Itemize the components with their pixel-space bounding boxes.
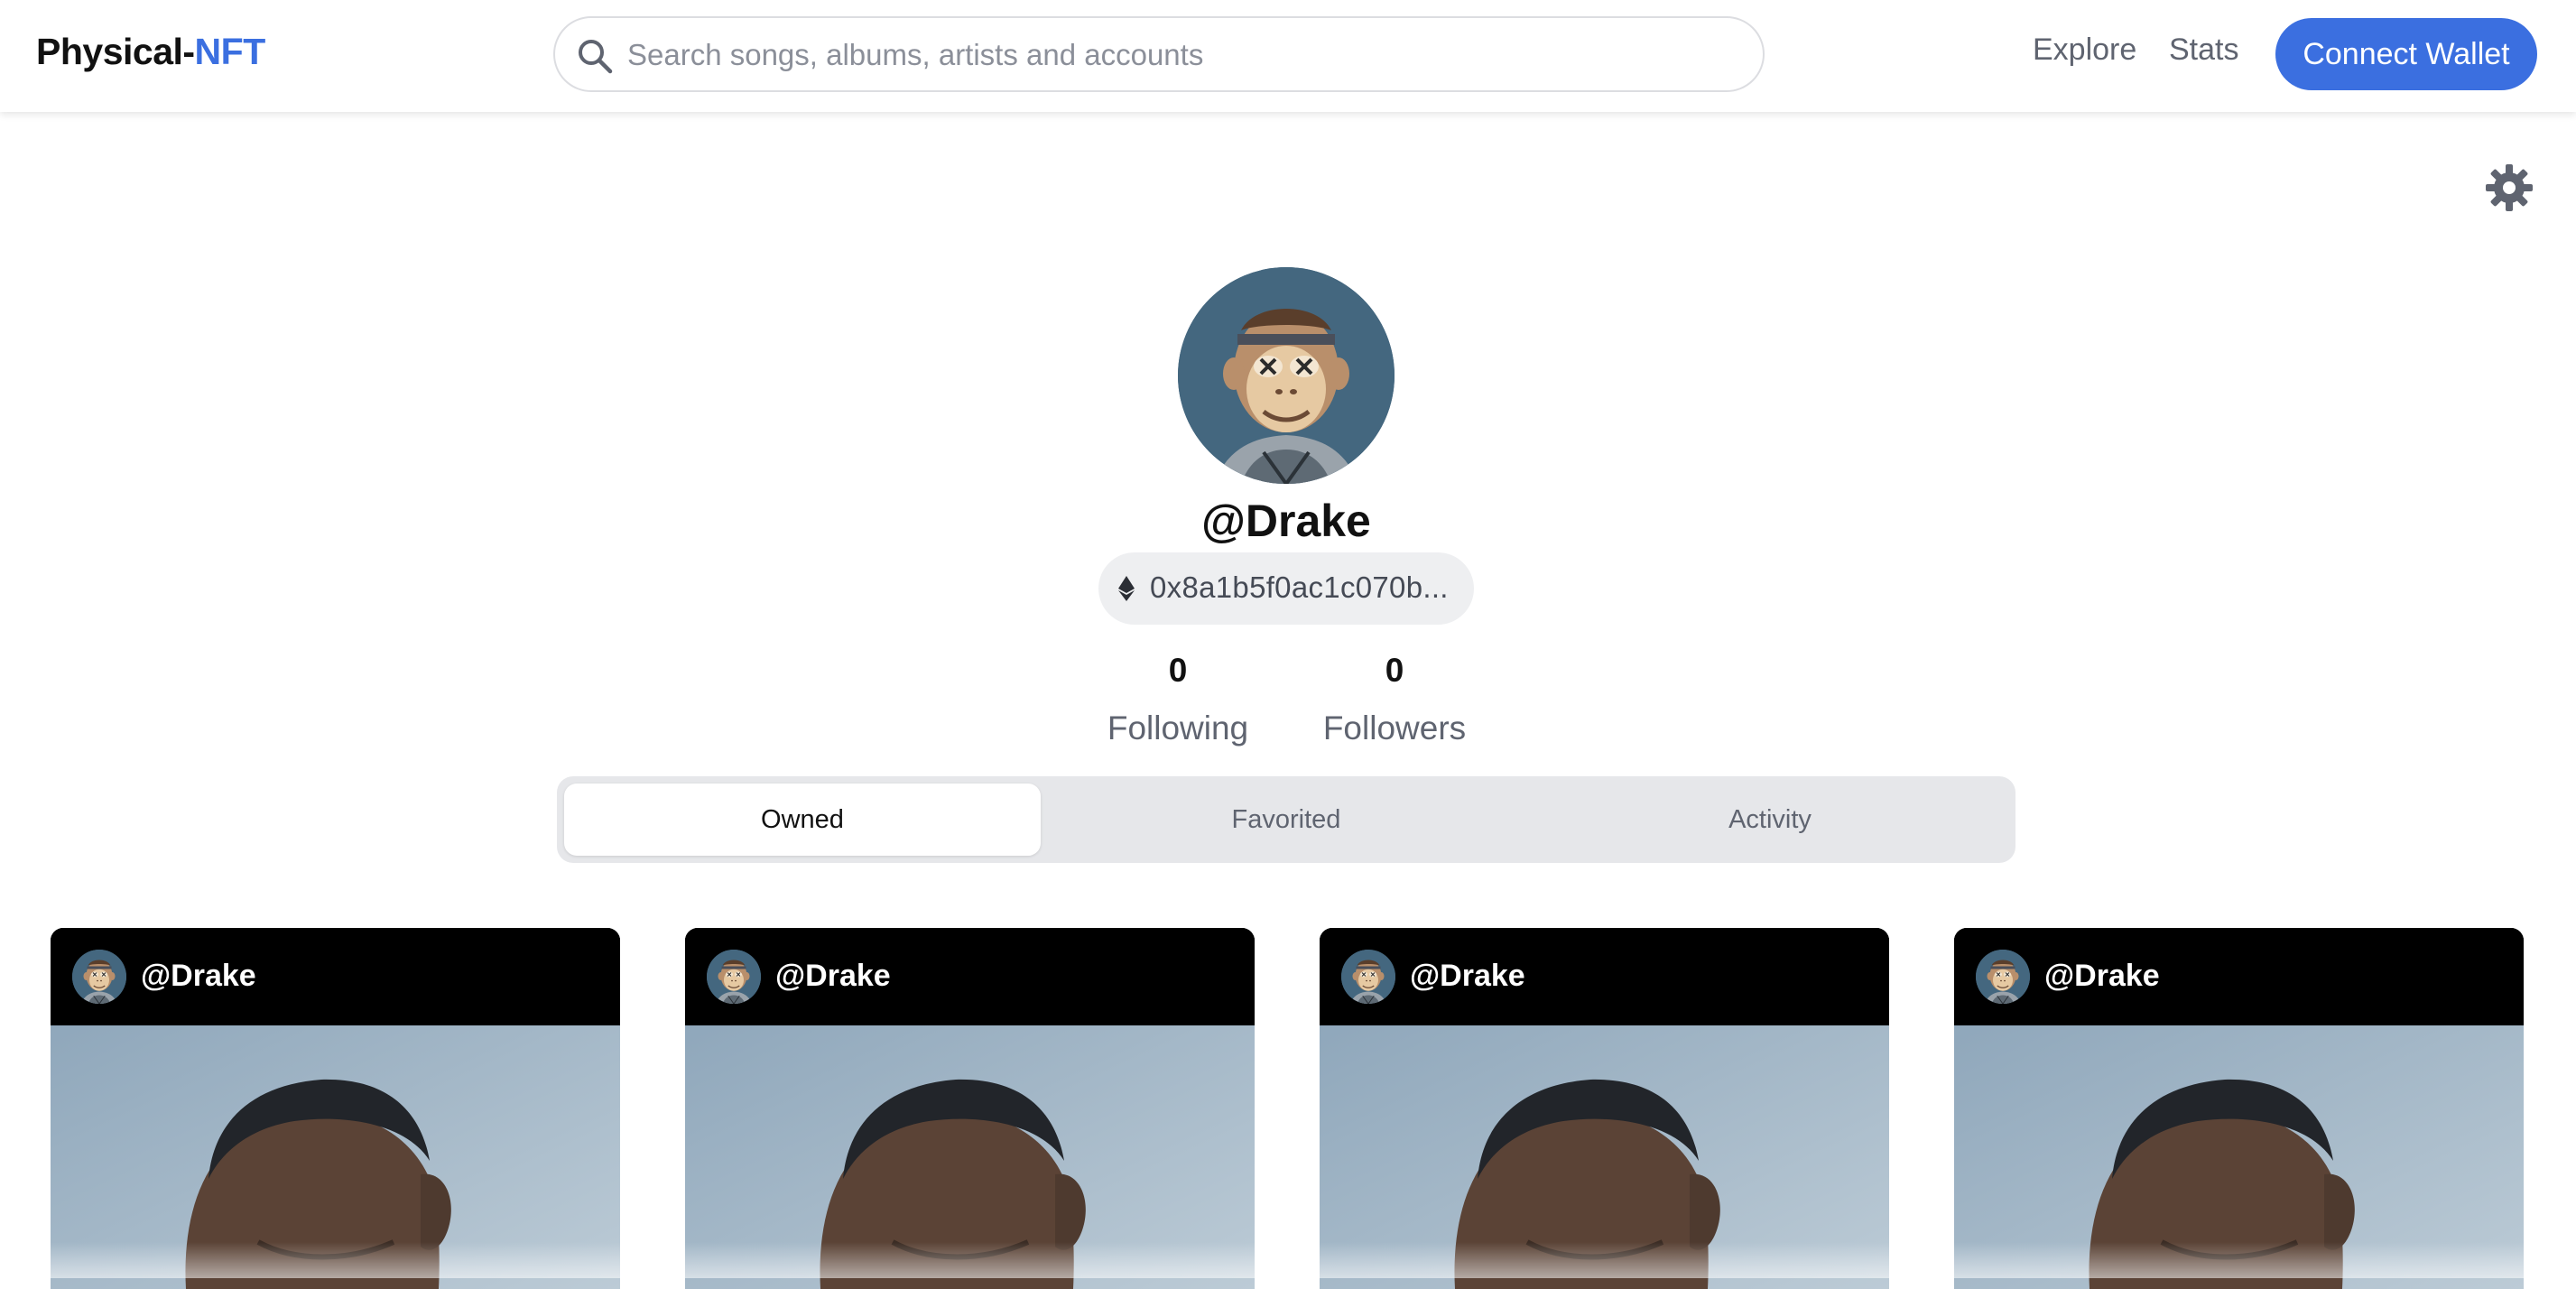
tab-favorited[interactable]: Favorited bbox=[1048, 784, 1524, 856]
card-username: @Drake bbox=[2044, 959, 2160, 993]
search-input[interactable] bbox=[627, 27, 1737, 83]
ape-avatar-image bbox=[1178, 267, 1395, 484]
card-header: @Drake bbox=[1320, 928, 1889, 1025]
brand-name-prefix: Physical- bbox=[36, 31, 195, 72]
followers-count: 0 bbox=[1385, 652, 1404, 689]
nft-card[interactable]: @Drake bbox=[51, 928, 620, 1289]
following-count: 0 bbox=[1168, 652, 1188, 689]
gear-icon[interactable] bbox=[2484, 162, 2534, 213]
card-header: @Drake bbox=[51, 928, 620, 1025]
card-header: @Drake bbox=[1954, 928, 2524, 1025]
brand-name-accent: NFT bbox=[194, 31, 266, 72]
nav-explore-link[interactable]: Explore bbox=[2033, 32, 2136, 68]
card-avatar bbox=[1976, 950, 2030, 1004]
card-username: @Drake bbox=[141, 959, 256, 993]
card-username: @Drake bbox=[775, 959, 891, 993]
brand-logo[interactable]: Physical-NFT bbox=[36, 31, 265, 73]
profile-username: @Drake bbox=[1201, 496, 1371, 546]
search-icon bbox=[579, 40, 613, 74]
nft-card[interactable]: @Drake bbox=[1320, 928, 1889, 1289]
followers-stat[interactable]: 0 Followers bbox=[1295, 652, 1494, 747]
card-username: @Drake bbox=[1410, 959, 1525, 993]
ethereum-icon bbox=[1118, 576, 1135, 601]
card-header: @Drake bbox=[685, 928, 1255, 1025]
tab-owned[interactable]: Owned bbox=[564, 784, 1041, 856]
profile-avatar bbox=[1178, 267, 1395, 484]
tab-activity[interactable]: Activity bbox=[1532, 784, 2008, 856]
card-artwork-image bbox=[1320, 1025, 1889, 1289]
following-stat[interactable]: 0 Following bbox=[1079, 652, 1277, 747]
connect-wallet-button[interactable]: Connect Wallet bbox=[2275, 18, 2537, 90]
card-artwork-image bbox=[685, 1025, 1255, 1289]
following-label: Following bbox=[1107, 709, 1249, 747]
nft-card[interactable]: @Drake bbox=[1954, 928, 2524, 1289]
card-avatar bbox=[707, 950, 761, 1004]
top-navigation-bar: Physical-NFT Explore Stats Connect Walle… bbox=[0, 0, 2576, 112]
followers-label: Followers bbox=[1322, 709, 1467, 747]
profile-tabs: Owned Favorited Activity bbox=[557, 776, 2015, 863]
wallet-address-pill[interactable]: 0x8a1b5f0ac1c070b... bbox=[1098, 552, 1474, 625]
card-avatar bbox=[72, 950, 126, 1004]
search-box[interactable] bbox=[553, 16, 1765, 92]
card-artwork-image bbox=[51, 1025, 620, 1289]
card-artwork-image bbox=[1954, 1025, 2524, 1289]
card-avatar bbox=[1341, 950, 1395, 1004]
nft-card[interactable]: @Drake bbox=[685, 928, 1255, 1289]
wallet-address: 0x8a1b5f0ac1c070b... bbox=[1150, 570, 1449, 604]
nav-stats-link[interactable]: Stats bbox=[2169, 32, 2238, 68]
